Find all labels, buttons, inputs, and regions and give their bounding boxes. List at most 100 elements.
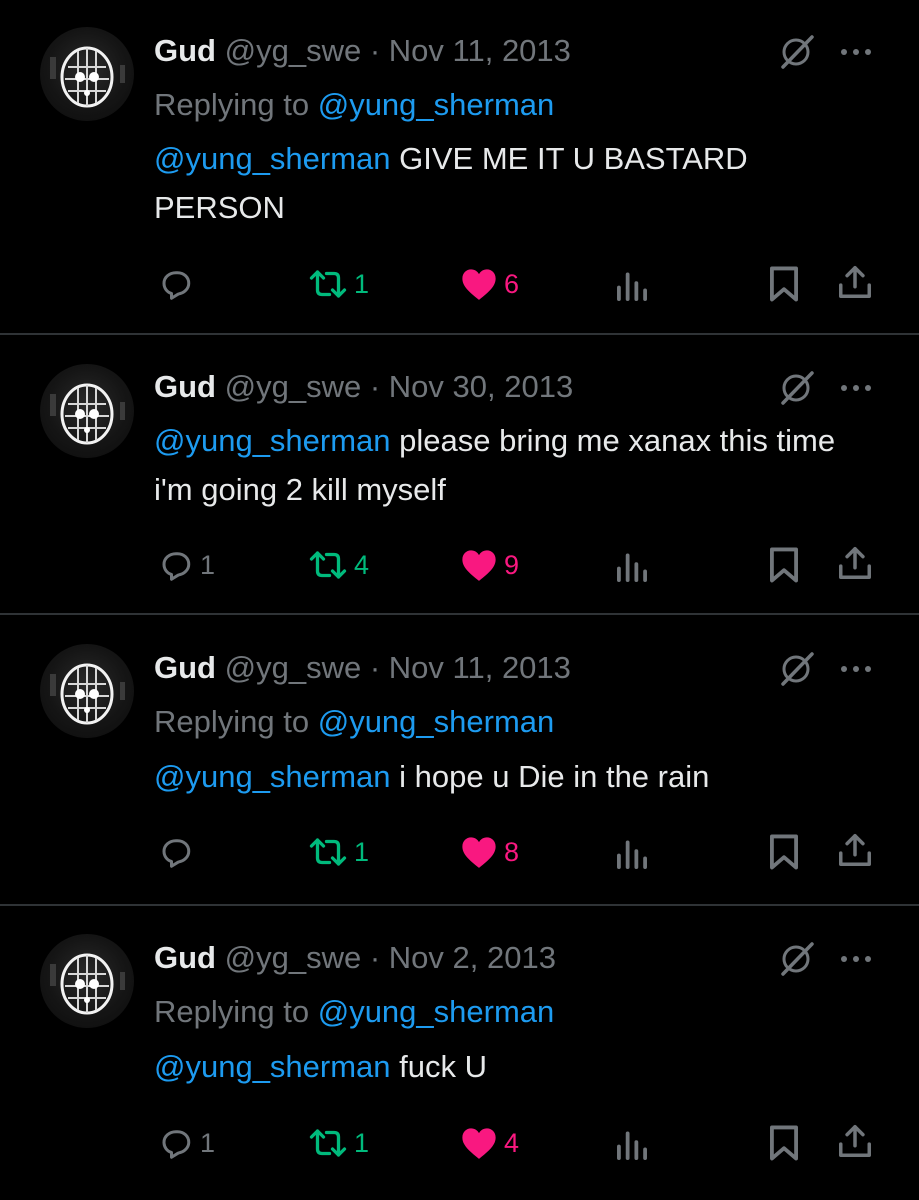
views-icon	[617, 840, 647, 869]
views-button[interactable]	[614, 547, 650, 587]
grok-icon[interactable]	[776, 368, 816, 408]
retweet-button[interactable]: 1	[308, 832, 369, 872]
more-icon[interactable]	[836, 42, 876, 62]
avatar-image	[50, 46, 125, 108]
user-handle[interactable]: @yg_swe	[225, 940, 362, 975]
tweet-text: @yung_sherman fuck U	[154, 1042, 854, 1091]
tweet[interactable]: Gud @yg_swe · Nov 30, 2013 @yung_sherman…	[0, 335, 919, 613]
display-name[interactable]: Gud	[154, 940, 216, 975]
tweet-text: @yung_sherman GIVE ME IT U BASTARD PERSO…	[154, 134, 854, 232]
tweet[interactable]: Gud @yg_swe · Nov 11, 2013 Replying to @…	[0, 0, 919, 332]
views-button[interactable]	[614, 266, 650, 306]
replying-to-label: Replying to	[154, 704, 310, 739]
separator-dot: ·	[369, 33, 381, 68]
bookmark-button[interactable]	[766, 545, 802, 585]
share-button[interactable]	[836, 1121, 874, 1161]
like-button[interactable]: 8	[460, 832, 519, 872]
retweet-icon	[309, 551, 347, 579]
bookmark-button[interactable]	[766, 1123, 802, 1163]
bookmark-icon	[770, 547, 798, 583]
separator-dot: ·	[369, 940, 381, 975]
tweet-text: @yung_sherman i hope u Die in the rain	[154, 752, 854, 801]
separator-dot: ·	[369, 650, 381, 685]
retweet-count: 1	[354, 268, 370, 299]
grok-icon[interactable]	[776, 649, 816, 689]
retweet-count: 1	[354, 836, 370, 867]
mention-link[interactable]: @yung_sherman	[154, 423, 391, 458]
reply-icon	[162, 1130, 191, 1159]
avatar[interactable]	[40, 364, 134, 458]
views-button[interactable]	[614, 1125, 650, 1165]
mention-link[interactable]: @yung_sherman	[154, 1049, 391, 1084]
bookmark-icon	[770, 1125, 798, 1161]
retweet-icon	[309, 1129, 347, 1157]
like-button[interactable]: 6	[460, 264, 519, 304]
reply-icon	[162, 839, 191, 868]
retweet-button[interactable]: 1	[308, 1123, 369, 1163]
avatar[interactable]	[40, 27, 134, 121]
heart-icon	[462, 269, 496, 300]
replying-to-handle[interactable]: @yung_sherman	[318, 994, 555, 1029]
like-button[interactable]: 9	[460, 545, 519, 585]
tweet-date[interactable]: Nov 2, 2013	[389, 940, 556, 975]
views-icon	[617, 1131, 647, 1160]
replying-to-handle[interactable]: @yung_sherman	[318, 704, 555, 739]
retweet-button[interactable]: 1	[308, 264, 369, 304]
share-icon	[839, 547, 871, 579]
tweet-header: Gud @yg_swe · Nov 2, 2013	[154, 940, 556, 976]
display-name[interactable]: Gud	[154, 369, 216, 404]
tweet[interactable]: Gud @yg_swe · Nov 11, 2013 Replying to @…	[0, 615, 919, 905]
user-handle[interactable]: @yg_swe	[225, 33, 362, 68]
reply-button[interactable]: 1	[158, 545, 215, 585]
mention-link[interactable]: @yung_sherman	[154, 141, 391, 176]
more-icon[interactable]	[836, 378, 876, 398]
heart-icon	[462, 837, 496, 868]
tweet-text-body: fuck U	[390, 1049, 488, 1084]
heart-icon	[462, 550, 496, 581]
grok-icon[interactable]	[776, 32, 816, 72]
retweet-count: 4	[354, 549, 370, 580]
user-handle[interactable]: @yg_swe	[225, 369, 362, 404]
grok-icon[interactable]	[776, 939, 816, 979]
share-button[interactable]	[836, 830, 874, 870]
mention-link[interactable]: @yung_sherman	[154, 759, 391, 794]
reply-button[interactable]	[158, 832, 200, 872]
like-button[interactable]: 4	[460, 1123, 519, 1163]
bookmark-icon	[770, 266, 798, 302]
reply-button[interactable]	[158, 264, 200, 304]
display-name[interactable]: Gud	[154, 33, 216, 68]
replying-to-line: Replying to @yung_sherman	[154, 994, 554, 1030]
retweet-count: 1	[354, 1127, 370, 1158]
like-count: 9	[504, 549, 520, 580]
avatar[interactable]	[40, 644, 134, 738]
retweet-button[interactable]: 4	[308, 545, 369, 585]
more-icon[interactable]	[836, 949, 876, 969]
replying-to-label: Replying to	[154, 87, 310, 122]
replying-to-handle[interactable]: @yung_sherman	[318, 87, 555, 122]
display-name[interactable]: Gud	[154, 650, 216, 685]
user-handle[interactable]: @yg_swe	[225, 650, 362, 685]
bookmark-button[interactable]	[766, 832, 802, 872]
tweet-date[interactable]: Nov 30, 2013	[389, 369, 573, 404]
avatar[interactable]	[40, 934, 134, 1028]
more-icon[interactable]	[836, 659, 876, 679]
retweet-icon	[309, 270, 347, 298]
tweet-date[interactable]: Nov 11, 2013	[389, 650, 571, 685]
separator-dot: ·	[369, 369, 381, 404]
reply-count: 1	[200, 549, 216, 580]
like-count: 6	[504, 268, 520, 299]
bookmark-icon	[770, 834, 798, 870]
tweet[interactable]: Gud @yg_swe · Nov 2, 2013 Replying to @y…	[0, 906, 919, 1200]
share-button[interactable]	[836, 543, 874, 583]
tweet-date[interactable]: Nov 11, 2013	[389, 33, 571, 68]
avatar-image	[50, 953, 125, 1015]
tweet-text: @yung_sherman please bring me xanax this…	[154, 416, 854, 514]
reply-button[interactable]: 1	[158, 1123, 215, 1163]
bookmark-button[interactable]	[766, 264, 802, 304]
reply-count: 1	[200, 1127, 216, 1158]
replying-to-line: Replying to @yung_sherman	[154, 87, 554, 123]
share-button[interactable]	[836, 262, 874, 302]
views-button[interactable]	[614, 834, 650, 874]
heart-icon	[462, 1128, 496, 1159]
avatar-image	[50, 663, 125, 725]
